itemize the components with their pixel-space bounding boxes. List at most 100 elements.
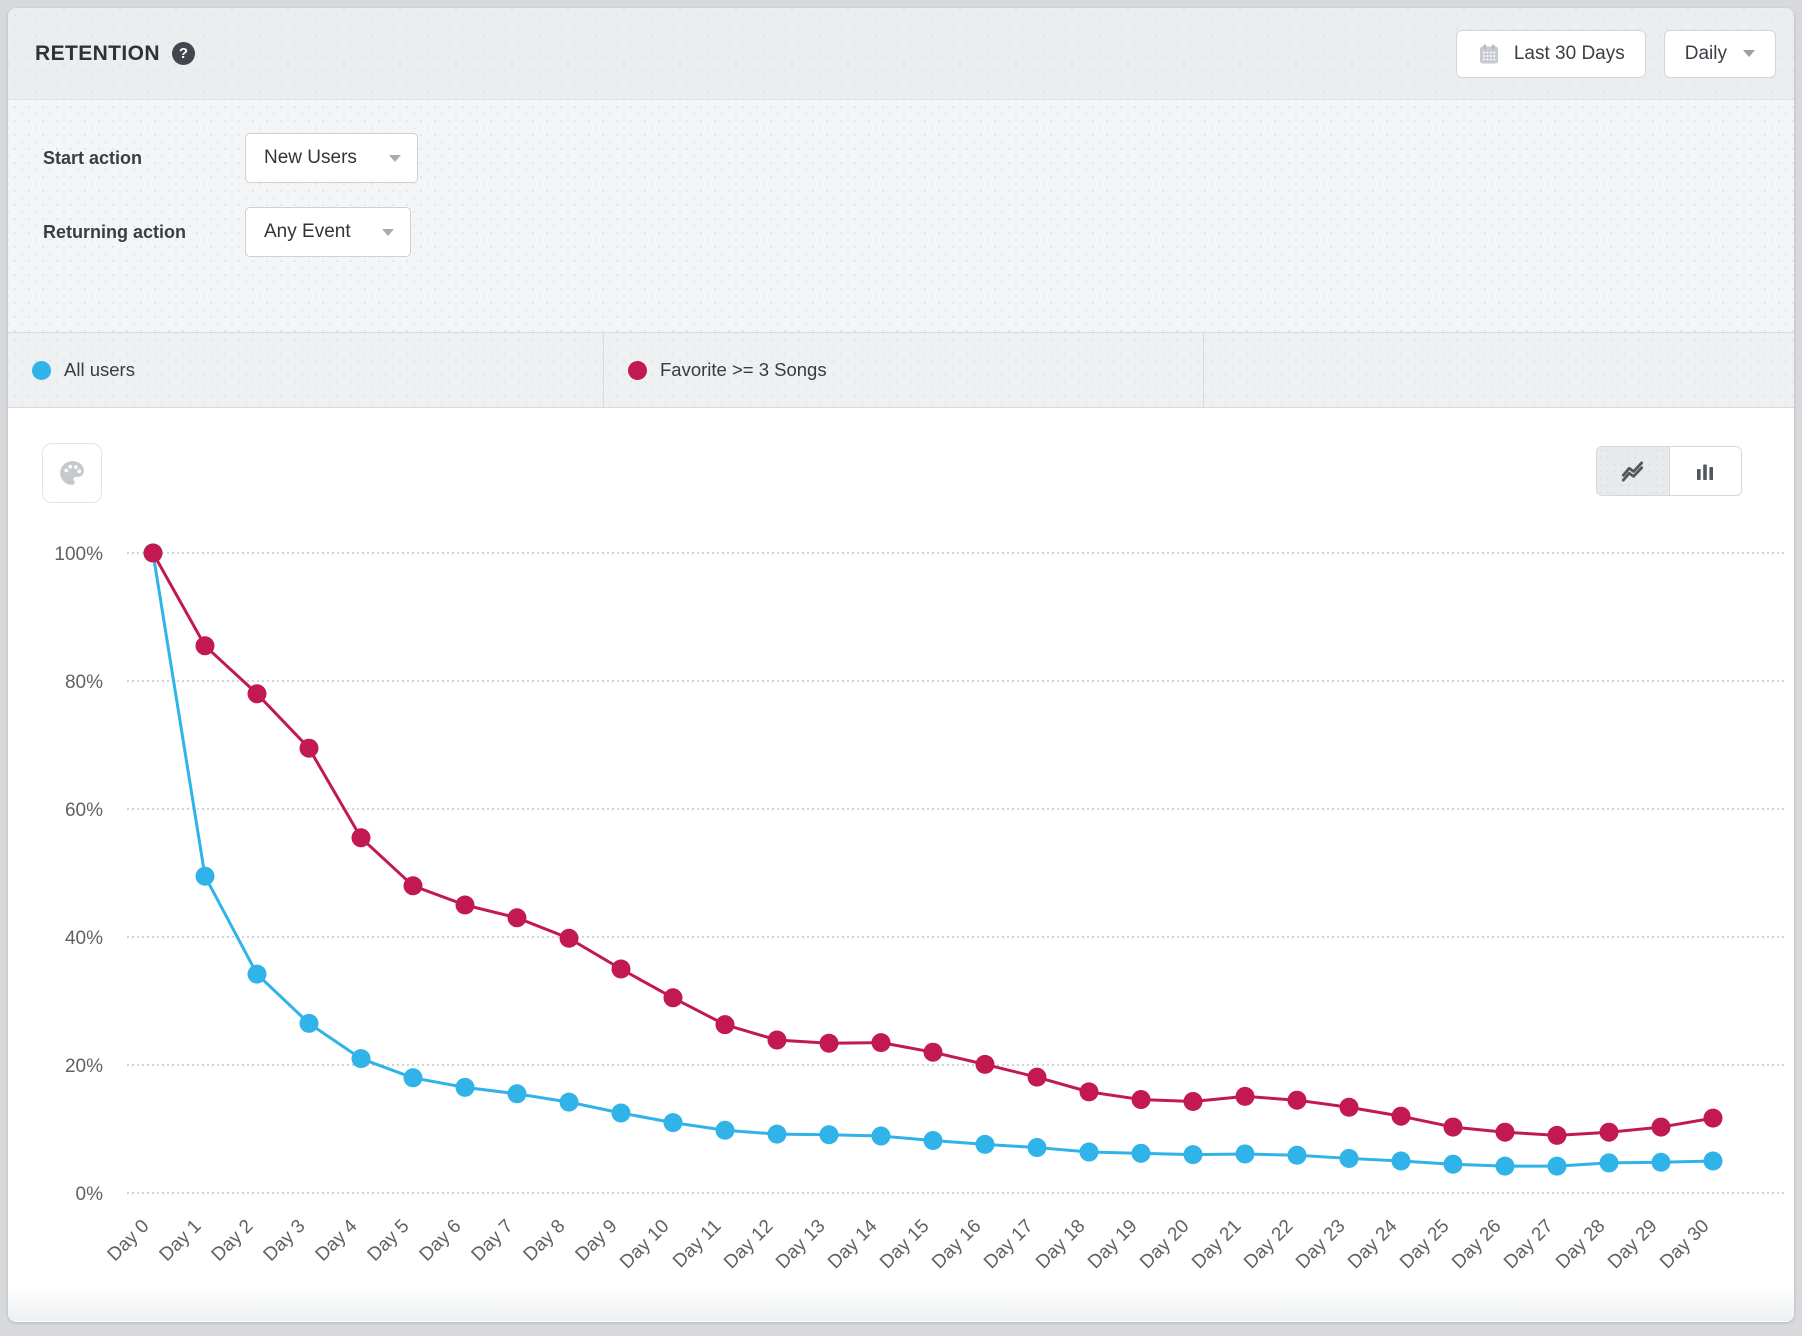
data-point[interactable] <box>1704 1152 1723 1171</box>
data-point[interactable] <box>872 1127 891 1146</box>
data-point[interactable] <box>820 1034 839 1053</box>
data-point[interactable] <box>716 1121 735 1140</box>
returning-action-dropdown[interactable]: Any Event <box>245 207 411 257</box>
data-point[interactable] <box>404 876 423 895</box>
x-axis-tick: Day 10 <box>616 1216 673 1273</box>
data-point[interactable] <box>1236 1144 1255 1163</box>
x-axis-tick: Day 21 <box>1188 1216 1245 1273</box>
data-point[interactable] <box>352 828 371 847</box>
x-axis-tick: Day 4 <box>312 1215 362 1265</box>
data-point[interactable] <box>1392 1107 1411 1126</box>
x-axis-tick: Day 2 <box>208 1216 258 1266</box>
data-point[interactable] <box>1080 1082 1099 1101</box>
page-title: RETENTION <box>35 42 160 66</box>
legend-tab-all-users[interactable]: All users <box>8 333 604 407</box>
x-axis-tick: Day 12 <box>720 1216 777 1273</box>
x-axis-tick: Day 28 <box>1552 1216 1609 1273</box>
data-point[interactable] <box>1548 1126 1567 1145</box>
data-point[interactable] <box>1600 1123 1619 1142</box>
data-point[interactable] <box>1288 1091 1307 1110</box>
data-point[interactable] <box>1496 1123 1515 1142</box>
data-point[interactable] <box>924 1131 943 1150</box>
legend-label: All users <box>64 359 135 381</box>
y-axis-tick: 60% <box>65 800 103 821</box>
data-point[interactable] <box>1548 1157 1567 1176</box>
data-point[interactable] <box>1392 1152 1411 1171</box>
retention-panel: RETENTION ? Last 30 <box>8 8 1794 1322</box>
data-point[interactable] <box>872 1033 891 1052</box>
data-point[interactable] <box>508 908 527 927</box>
x-axis-tick: Day 16 <box>928 1216 985 1273</box>
data-point[interactable] <box>1132 1090 1151 1109</box>
data-point[interactable] <box>1132 1144 1151 1163</box>
data-point[interactable] <box>924 1043 943 1062</box>
x-axis-tick: Day 30 <box>1656 1216 1713 1273</box>
palette-icon <box>57 458 87 488</box>
data-point[interactable] <box>1028 1068 1047 1087</box>
date-range-button[interactable]: Last 30 Days <box>1456 30 1646 78</box>
data-point[interactable] <box>560 1093 579 1112</box>
data-point[interactable] <box>456 896 475 915</box>
data-point[interactable] <box>820 1125 839 1144</box>
data-point[interactable] <box>1340 1098 1359 1117</box>
retention-line-chart[interactable]: 100%80%60%40%20%0%Day 0Day 1Day 2Day 3Da… <box>8 408 1794 1321</box>
start-action-dropdown[interactable]: New Users <box>245 133 418 183</box>
color-palette-button[interactable] <box>42 443 102 503</box>
data-point[interactable] <box>196 867 215 886</box>
filters-section: Start action New Users Returning action … <box>8 100 1794 332</box>
start-action-label: Start action <box>43 148 245 169</box>
data-point[interactable] <box>300 739 319 758</box>
data-point[interactable] <box>404 1068 423 1087</box>
data-point[interactable] <box>196 636 215 655</box>
data-point[interactable] <box>456 1078 475 1097</box>
data-point[interactable] <box>1652 1118 1671 1137</box>
data-point[interactable] <box>612 1104 631 1123</box>
x-axis-tick: Day 9 <box>572 1216 622 1266</box>
data-point[interactable] <box>1496 1157 1515 1176</box>
data-point[interactable] <box>976 1055 995 1074</box>
data-point[interactable] <box>1600 1153 1619 1172</box>
help-icon[interactable]: ? <box>172 42 195 65</box>
data-point[interactable] <box>1028 1138 1047 1157</box>
calendar-icon <box>1477 42 1501 66</box>
data-point[interactable] <box>248 965 267 984</box>
data-point[interactable] <box>1340 1149 1359 1168</box>
data-point[interactable] <box>664 988 683 1007</box>
data-point[interactable] <box>144 544 163 563</box>
data-point[interactable] <box>352 1049 371 1068</box>
data-point[interactable] <box>1236 1087 1255 1106</box>
data-point[interactable] <box>768 1031 787 1050</box>
x-axis-tick: Day 0 <box>104 1216 154 1266</box>
data-point[interactable] <box>1184 1092 1203 1111</box>
data-point[interactable] <box>508 1084 527 1103</box>
x-axis-tick: Day 17 <box>980 1216 1037 1273</box>
data-point[interactable] <box>716 1015 735 1034</box>
bar-chart-toggle[interactable] <box>1670 447 1742 495</box>
legend-tab-empty[interactable] <box>1204 333 1794 407</box>
data-point[interactable] <box>976 1135 995 1154</box>
granularity-dropdown[interactable]: Daily <box>1664 30 1776 78</box>
x-axis-tick: Day 8 <box>520 1216 570 1266</box>
data-point[interactable] <box>1652 1153 1671 1172</box>
x-axis-tick: Day 1 <box>156 1216 206 1266</box>
data-point[interactable] <box>560 929 579 948</box>
x-axis-tick: Day 20 <box>1136 1216 1193 1273</box>
legend-tab-favorite-songs[interactable]: Favorite >= 3 Songs <box>604 333 1204 407</box>
data-point[interactable] <box>1444 1118 1463 1137</box>
data-point[interactable] <box>300 1014 319 1033</box>
data-point[interactable] <box>248 684 267 703</box>
data-point[interactable] <box>664 1113 683 1132</box>
x-axis-tick: Day 29 <box>1604 1216 1661 1273</box>
data-point[interactable] <box>1080 1143 1099 1162</box>
data-point[interactable] <box>1288 1146 1307 1165</box>
data-point[interactable] <box>1444 1155 1463 1174</box>
caret-down-icon <box>382 229 394 236</box>
data-point[interactable] <box>1704 1109 1723 1128</box>
x-axis-tick: Day 13 <box>772 1216 829 1273</box>
line-chart-toggle[interactable] <box>1597 447 1670 495</box>
data-point[interactable] <box>768 1125 787 1144</box>
chart-section: 100%80%60%40%20%0%Day 0Day 1Day 2Day 3Da… <box>8 408 1794 1321</box>
y-axis-tick: 40% <box>65 928 103 949</box>
data-point[interactable] <box>612 960 631 979</box>
data-point[interactable] <box>1184 1145 1203 1164</box>
